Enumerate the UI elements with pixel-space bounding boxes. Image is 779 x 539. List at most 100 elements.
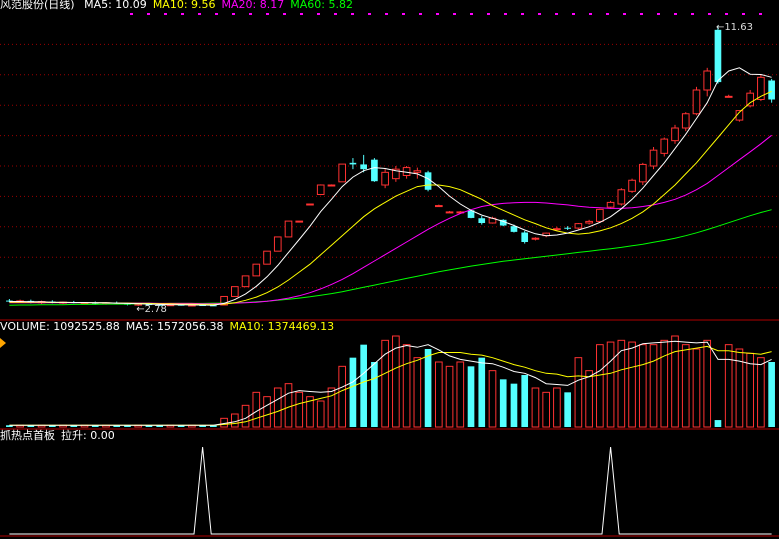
- volume-bar-up: [553, 387, 561, 428]
- volume-bar-up: [681, 344, 690, 428]
- volume-bar-up: [542, 391, 551, 428]
- volume-bar-down: [371, 362, 378, 427]
- volume-bar-down: [521, 375, 529, 427]
- top-marker-dot: [351, 13, 354, 15]
- top-marker-dot: [419, 13, 422, 15]
- volume-bar-up: [671, 335, 679, 428]
- candle-body-down: [478, 218, 486, 223]
- volume-bar-up: [757, 357, 765, 428]
- volume-bar-up: [295, 391, 304, 428]
- volume-bar-down: [349, 357, 357, 427]
- top-marker-dot: [470, 13, 473, 15]
- top-marker-dot: [147, 13, 150, 15]
- high-price-label: ←11.63: [715, 21, 753, 33]
- volume-bar-up: [456, 361, 465, 428]
- candle-body-up: [649, 149, 658, 167]
- candle-body-up: [746, 92, 754, 107]
- candle-body-down: [714, 29, 722, 83]
- kline-chart[interactable]: [0, 0, 779, 539]
- top-marker-dot: [453, 13, 456, 15]
- top-marker-dot: [436, 13, 439, 15]
- volume-bar-down: [424, 349, 432, 427]
- candle-body-up: [628, 179, 636, 192]
- ma5-line: [9, 67, 772, 306]
- candle-body-up: [681, 113, 690, 129]
- candle-body-up: [671, 127, 679, 142]
- top-marker-dot: [674, 13, 677, 15]
- top-marker-dot: [521, 13, 524, 15]
- signal-indicator: 拉升: 0.00: [61, 429, 115, 442]
- panel-marker-icon: [0, 338, 6, 348]
- candle-body-up: [553, 228, 561, 231]
- candle-body-up: [338, 163, 347, 183]
- candle-body-down: [510, 226, 518, 232]
- candle-body-up: [638, 163, 647, 183]
- main-indicator: MA5: 10.09: [84, 0, 147, 11]
- candle-body-up: [606, 201, 615, 208]
- volume-bar-up: [638, 344, 647, 428]
- candle-body-down: [521, 232, 529, 242]
- candle-body-down: [564, 227, 571, 229]
- top-marker-dot: [742, 13, 745, 15]
- top-marker-dot: [402, 13, 405, 15]
- volume-bar-up: [606, 341, 615, 428]
- top-marker-dot: [368, 13, 371, 15]
- top-marker-dot: [657, 13, 660, 15]
- volume-bar-down: [467, 366, 475, 427]
- volume-bar-up: [402, 344, 411, 428]
- top-marker-dot: [334, 13, 337, 15]
- volume-bar-up: [284, 383, 293, 428]
- top-marker-dot: [725, 13, 728, 15]
- volume-bar-down: [499, 379, 507, 427]
- volume-bar-up: [316, 400, 325, 428]
- ma60-line: [9, 209, 772, 306]
- candle-body-up: [703, 70, 712, 91]
- top-marker-dot: [215, 13, 218, 15]
- low-price-label: ←2.78: [136, 303, 167, 315]
- top-marker-dot: [504, 13, 507, 15]
- candle-body-up: [327, 184, 336, 187]
- volume-panel-header: VOLUME: 1092525.88 MA5: 1572056.38 MA10: 1…: [0, 320, 340, 334]
- volume-bar-up: [263, 396, 271, 428]
- candle-body-up: [434, 205, 443, 208]
- top-marker-dot: [691, 13, 694, 15]
- volume-bar-up: [241, 404, 250, 428]
- main-indicator: MA60: 5.82: [290, 0, 353, 11]
- candle-body-up: [381, 171, 389, 186]
- signal-line: [9, 446, 772, 535]
- volume-bar-up: [703, 339, 712, 428]
- top-marker-dot: [300, 13, 303, 15]
- volume-indicator: VOLUME: 1092525.88: [0, 320, 120, 333]
- candle-body-up: [724, 95, 733, 98]
- volume-bar-up: [531, 387, 540, 428]
- top-marker-dot: [606, 13, 609, 15]
- top-marker-dot: [589, 13, 592, 15]
- volume-bar-up: [413, 357, 422, 428]
- main-indicator: MA10: 9.56: [152, 0, 216, 11]
- candle-body-up: [413, 170, 422, 173]
- candle-body-up: [230, 286, 239, 297]
- top-marker-dot: [555, 13, 558, 15]
- candle-body-down: [424, 172, 432, 190]
- volume-bar-up: [574, 357, 583, 428]
- candle-body-up: [273, 236, 282, 252]
- candle-body-up: [295, 220, 304, 223]
- volume-bar-up: [596, 344, 604, 428]
- top-marker-dot: [572, 13, 575, 15]
- candle-body-down: [371, 159, 378, 182]
- volume-bar-down: [714, 420, 722, 427]
- top-marker-dot: [232, 13, 235, 15]
- volume-bar-up: [434, 361, 443, 428]
- candle-body-up: [284, 220, 293, 238]
- volume-bar-up: [338, 365, 347, 428]
- volume-bar-up: [660, 339, 669, 428]
- top-marker-dot: [181, 13, 184, 15]
- candle-body-up: [585, 220, 593, 224]
- volume-bar-up: [273, 387, 282, 428]
- top-marker-dot: [164, 13, 167, 15]
- volume-bar-down: [478, 357, 486, 427]
- candle-body-up: [596, 208, 604, 222]
- main-indicator: MA20: 8.17: [221, 0, 285, 11]
- stock-title: 风范股份(日线): [0, 0, 75, 11]
- stock-chart-screen[interactable]: 风范股份(日线) MA5: 10.09 MA10: 9.56 MA20: 8.17 M…: [0, 0, 779, 539]
